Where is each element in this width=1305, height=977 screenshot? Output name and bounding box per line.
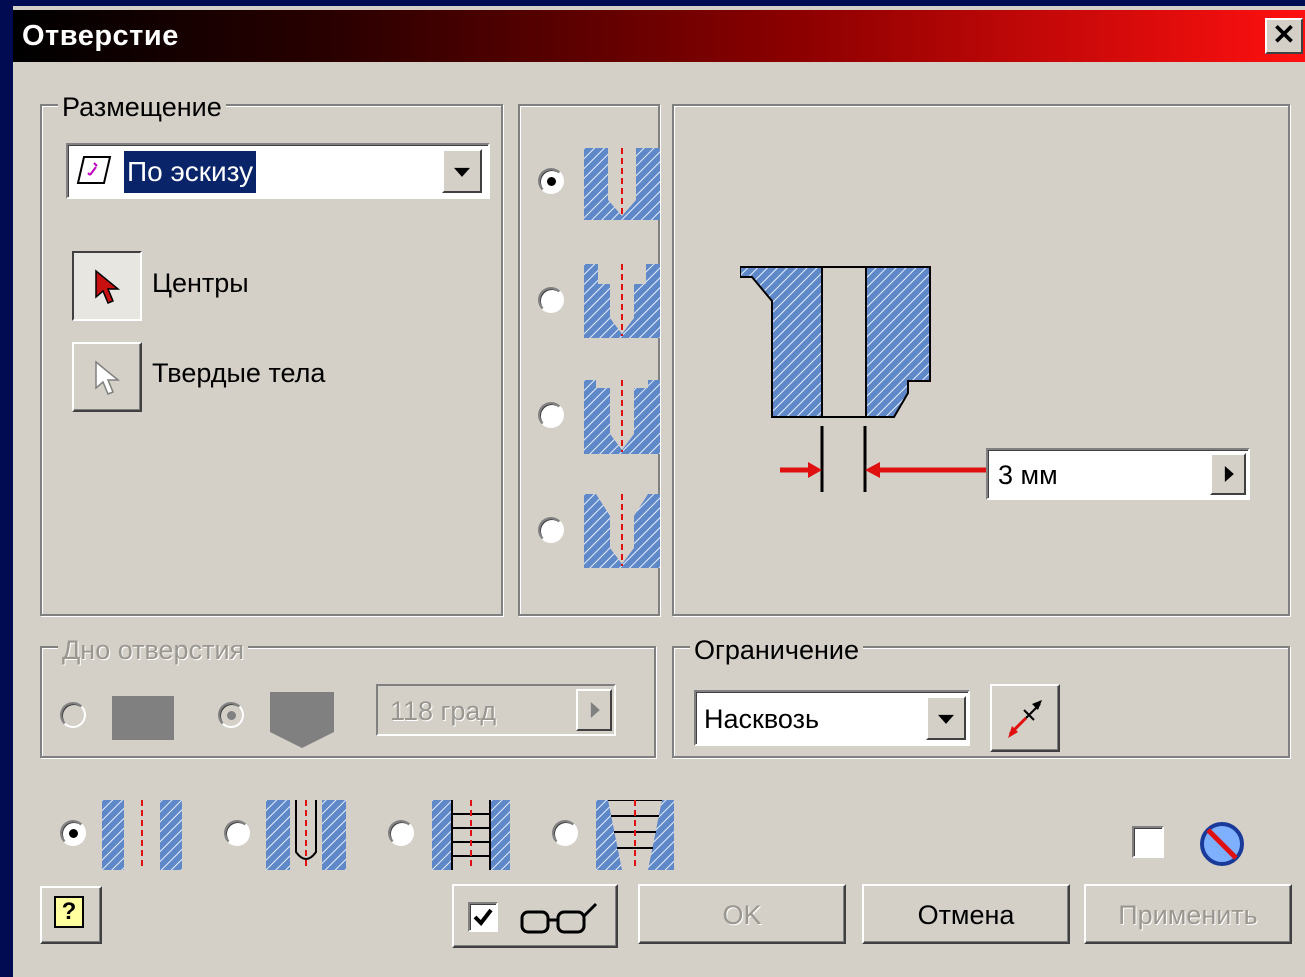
drill-angle-arrow-button[interactable] (576, 689, 612, 731)
centers-label: Центры (152, 268, 249, 298)
hole-type-radio-drilled[interactable] (538, 168, 564, 194)
thread-type-radio-simple[interactable] (60, 820, 86, 846)
diameter-arrow-button[interactable] (1210, 453, 1246, 495)
cancel-button[interactable]: Отмена (862, 884, 1070, 944)
countersink-hole-icon (584, 494, 660, 568)
title-bar[interactable] (13, 10, 1305, 62)
help-button[interactable]: ? (40, 886, 102, 944)
termination-dropdown[interactable]: Насквозь (694, 690, 970, 746)
placement-dropdown-value: По эскизу (124, 151, 257, 193)
flip-direction-button[interactable] (990, 684, 1060, 752)
solids-select-button[interactable] (72, 342, 142, 412)
clearance-hole-icon (266, 800, 346, 870)
termination-dropdown-arrow[interactable] (926, 696, 966, 740)
centers-select-button[interactable] (72, 251, 142, 321)
hole-preview-image (740, 266, 931, 418)
spotface-hole-icon (584, 380, 660, 454)
thread-type-radio-taper-tapped[interactable] (552, 820, 578, 846)
chevron-right-icon (1224, 466, 1234, 482)
hole-type-radio-counterbore[interactable] (538, 287, 564, 313)
cursor-arrow-icon (95, 269, 121, 304)
no-entry-icon[interactable] (1198, 820, 1246, 868)
apply-button[interactable]: Применить (1084, 884, 1292, 944)
flip-direction-icon (1008, 700, 1042, 738)
drill-point-radio-angled[interactable] (218, 702, 244, 728)
preview-checkbox[interactable] (468, 902, 498, 932)
preview-toggle-group (452, 884, 618, 948)
close-icon: ✕ (1272, 19, 1296, 50)
sketch-plane-icon (76, 153, 112, 187)
taper-tapped-hole-icon (596, 800, 674, 870)
glasses-icon (520, 902, 598, 934)
option-checkbox[interactable] (1132, 826, 1164, 858)
hole-type-radio-spotface[interactable] (538, 402, 564, 428)
apply-button-label: Применить (1118, 900, 1258, 930)
placement-dropdown-arrow[interactable] (442, 149, 482, 193)
checkmark-icon (473, 908, 493, 927)
drill-angle-value: 118 град (390, 696, 497, 726)
drill-point-group-label: Дно отверстия (58, 635, 249, 666)
ok-button[interactable]: OK (638, 884, 846, 944)
cursor-arrow-icon (95, 360, 121, 395)
termination-value: Насквозь (704, 704, 820, 734)
angled-bottom-icon (270, 692, 334, 748)
hole-type-radio-countersink[interactable] (538, 517, 564, 543)
termination-group-label: Ограничение (690, 635, 863, 666)
simple-hole-icon (102, 800, 182, 870)
placement-group-label: Размещение (58, 92, 226, 123)
drilled-hole-icon (584, 148, 660, 220)
cancel-button-label: Отмена (917, 900, 1015, 930)
drill-angle-input[interactable]: 118 град (376, 684, 616, 736)
diameter-dimension (780, 426, 990, 492)
diameter-input[interactable]: 3 мм (986, 448, 1250, 500)
tapped-hole-icon (432, 800, 510, 870)
thread-type-radio-clearance[interactable] (224, 820, 250, 846)
placement-dropdown[interactable]: По эскизу (66, 143, 490, 199)
thread-type-radio-tapped[interactable] (388, 820, 414, 846)
chevron-down-icon (454, 167, 470, 177)
diameter-value: 3 мм (998, 460, 1058, 490)
close-button[interactable]: ✕ (1265, 18, 1303, 54)
solids-label: Твердые тела (152, 358, 326, 388)
window-title: Отверстие (22, 20, 179, 52)
chevron-down-icon (938, 714, 954, 724)
help-icon: ? (54, 896, 84, 928)
chevron-right-icon (590, 702, 600, 718)
flat-bottom-icon (112, 696, 174, 740)
counterbore-hole-icon (584, 264, 660, 338)
drill-point-radio-flat[interactable] (60, 702, 86, 728)
ok-button-label: OK (722, 900, 762, 930)
